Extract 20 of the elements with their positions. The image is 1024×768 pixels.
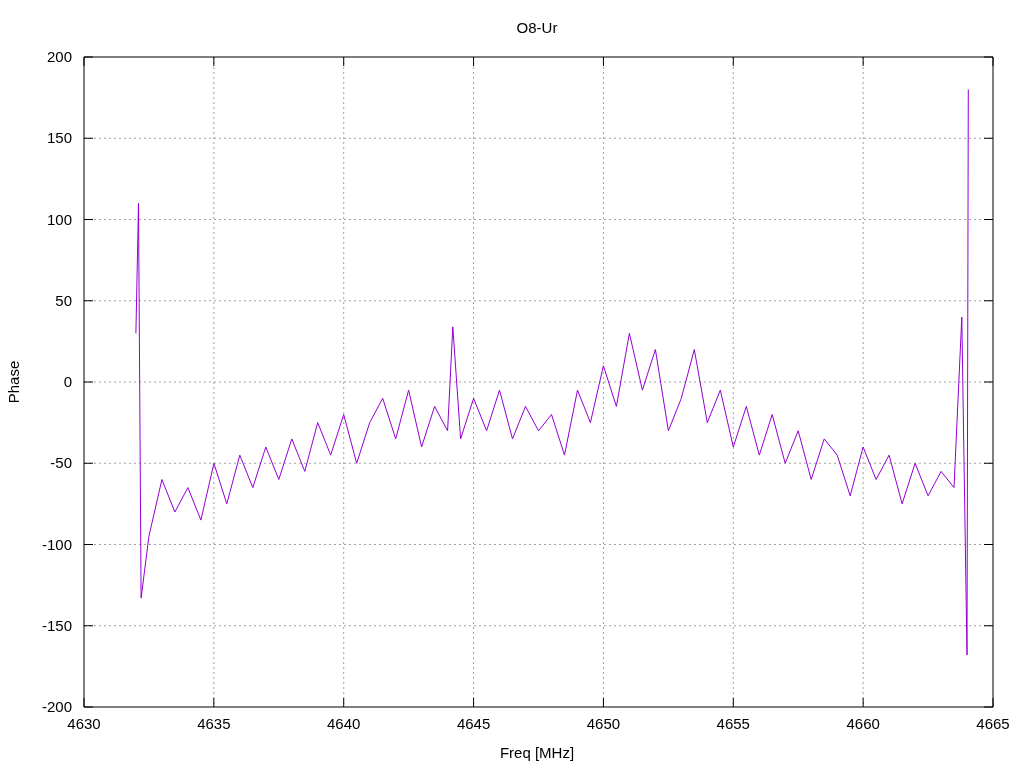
- x-tick-label: 4635: [197, 715, 231, 732]
- chart-title: O8-Ur: [516, 19, 558, 36]
- x-tick-label: 4630: [67, 715, 101, 732]
- y-tick-label: -200: [41, 698, 72, 715]
- y-tick-label: 50: [55, 291, 72, 309]
- x-tick-label: 4645: [456, 715, 491, 732]
- x-tick-label: 4640: [327, 715, 361, 732]
- y-tick-label: -150: [41, 616, 72, 634]
- y-tick-label: 150: [46, 129, 72, 147]
- y-tick-label: -50: [50, 454, 72, 472]
- x-tick-label: 4660: [846, 715, 880, 732]
- y-tick-label: 200: [46, 48, 72, 65]
- y-tick-label: 100: [46, 210, 72, 228]
- x-axis-label: Freq [MHz]: [499, 744, 575, 761]
- y-tick-label: 0: [63, 373, 72, 390]
- y-axis-label: Phase: [5, 360, 22, 404]
- x-tick-label: 4655: [716, 715, 750, 732]
- x-tick-label: 4665: [976, 715, 1010, 732]
- x-tick-label: 4650: [586, 715, 621, 732]
- y-tick-label: -100: [41, 535, 72, 553]
